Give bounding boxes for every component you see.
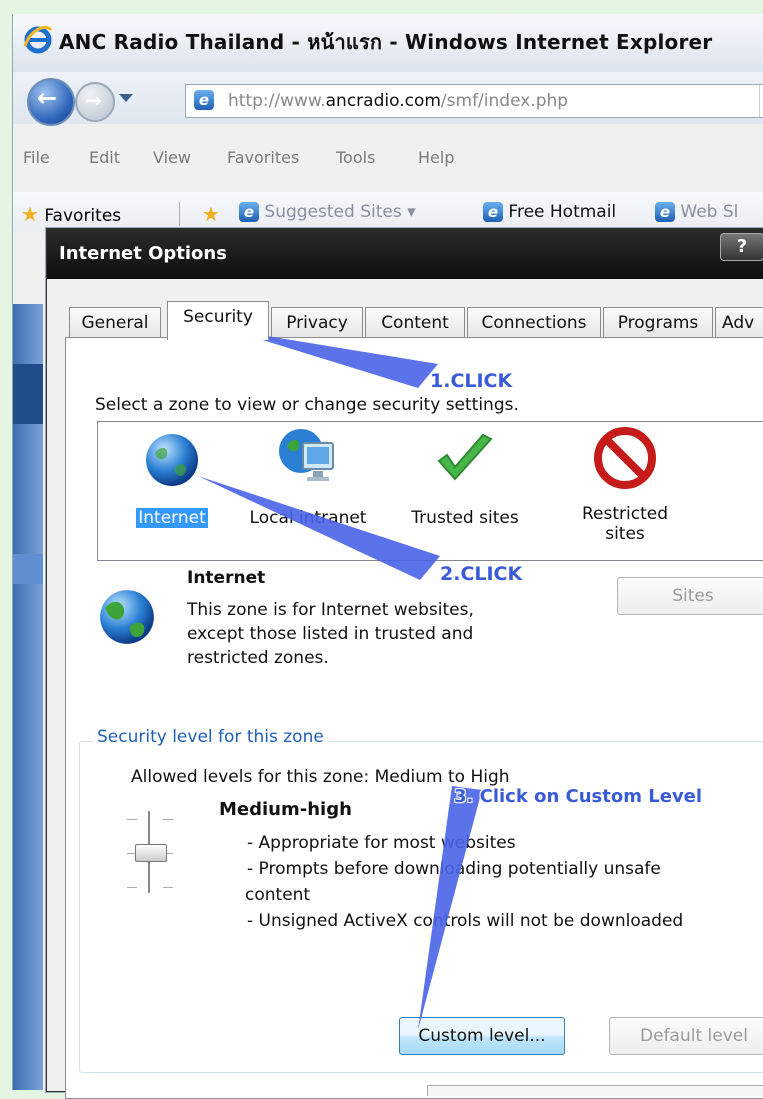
arrow-step3 (418, 786, 482, 1030)
annotation-step3: 3. Click on Custom Level (454, 786, 703, 807)
annotation-arrows (198, 330, 482, 1030)
arrow-step2 (198, 476, 440, 580)
annotation-step1: 1.CLICK (430, 370, 513, 392)
annotation-step2: 2.CLICK (440, 563, 523, 585)
tab-security[interactable]: Security (167, 301, 269, 340)
